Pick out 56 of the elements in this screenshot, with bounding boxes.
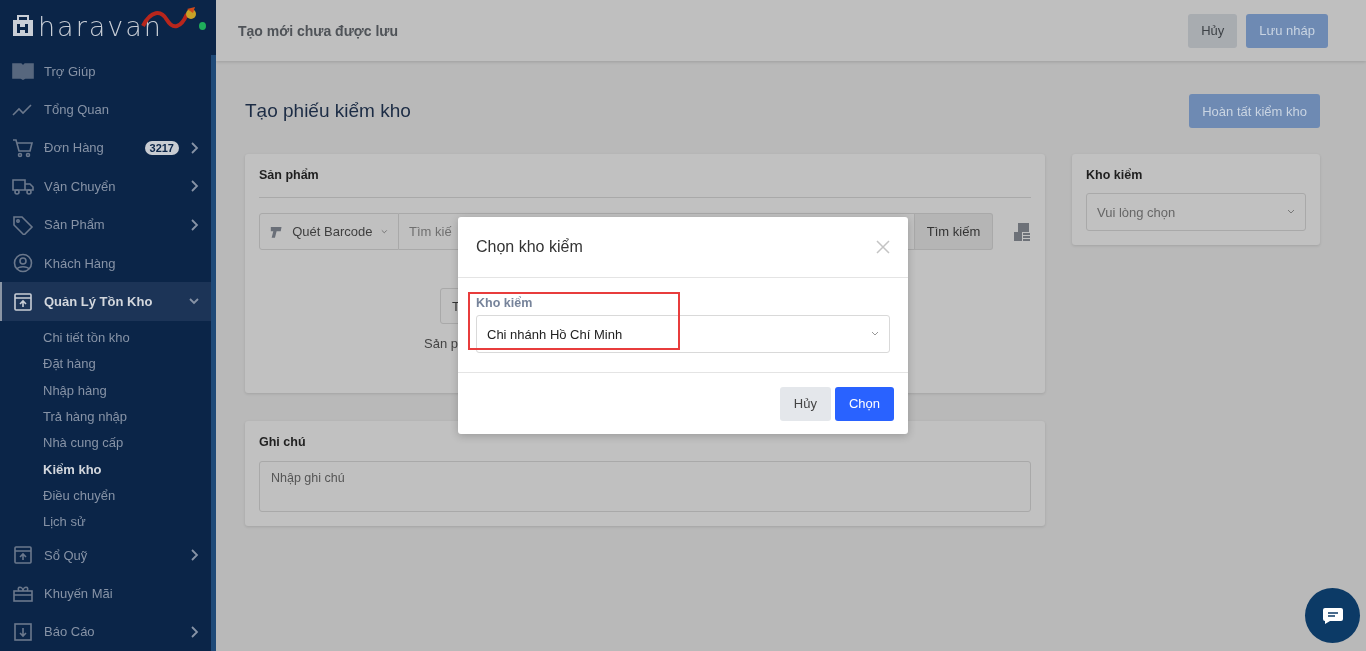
- chevron-icon: [189, 141, 199, 154]
- scan-mode-dropdown[interactable]: Quét Barcode: [259, 213, 399, 250]
- card-title: Sản phẩm: [259, 168, 320, 182]
- cancel-button[interactable]: Hủy: [779, 386, 831, 421]
- submenu-item[interactable]: Chi tiết tồn kho: [43, 324, 211, 352]
- boxup-icon: [12, 545, 34, 566]
- caret-icon: [381, 228, 388, 235]
- boxup-icon: [12, 291, 34, 312]
- sidebar-item[interactable]: Vận Chuyển: [0, 167, 211, 206]
- cancel-button[interactable]: Hủy: [1188, 13, 1238, 48]
- boxes-icon[interactable]: [1013, 221, 1031, 242]
- caret-icon: [1287, 209, 1295, 215]
- sidebar-item[interactable]: Đơn Hàng 3217: [0, 128, 211, 168]
- book-icon: [12, 61, 34, 82]
- caret-icon: [871, 331, 879, 337]
- sidebar-item[interactable]: Báo Cáo: [0, 612, 211, 651]
- sidebar-item[interactable]: Trợ Giúp: [0, 52, 211, 91]
- submenu-item[interactable]: Nhập hàng: [43, 377, 211, 404]
- submenu-item[interactable]: Trả hàng nhập: [43, 403, 211, 431]
- field-label: Kho kiểm: [476, 296, 534, 310]
- choose-button[interactable]: Chọn: [834, 386, 894, 421]
- dialog-title: Chọn kho kiểm: [476, 238, 583, 256]
- card-title: Ghi chú: [259, 435, 307, 449]
- close-icon[interactable]: [876, 240, 890, 254]
- user-icon: [12, 253, 34, 274]
- sidebar-item[interactable]: Khuyến Mãi: [0, 574, 211, 613]
- submenu-item[interactable]: Kiểm kho: [43, 456, 211, 484]
- logo-text: haravan: [38, 10, 163, 42]
- sidebar-item[interactable]: Tổng Quan: [0, 90, 211, 129]
- chevron-icon: [189, 625, 199, 638]
- chevron-icon: [189, 180, 199, 193]
- submenu-item[interactable]: Điều chuyển: [43, 483, 211, 510]
- count-badge: 3217: [144, 140, 179, 155]
- search-button[interactable]: Tìm kiếm: [915, 213, 993, 250]
- page-status-title: Tạo mới chưa được lưu: [238, 22, 398, 39]
- truck-icon: [12, 176, 34, 197]
- cart-icon: [12, 137, 34, 158]
- chevron-icon: [189, 218, 199, 231]
- submenu-item[interactable]: Lịch sử: [43, 509, 211, 536]
- submenu-item[interactable]: Nhà cung cấp: [43, 430, 211, 457]
- tag-icon: [12, 214, 34, 235]
- submenu-item[interactable]: Đặt hàng: [43, 351, 211, 378]
- sidebar-item[interactable]: Sản Phẩm: [0, 205, 211, 244]
- card-title: Kho kiểm: [1086, 168, 1144, 182]
- empty-hint-text: Sản p: [424, 336, 458, 351]
- sidebar-item[interactable]: Khách Hàng: [0, 243, 211, 283]
- sidebar-item[interactable]: Sổ Quỹ: [0, 535, 211, 575]
- page-title: Tạo phiếu kiểm kho: [245, 100, 411, 122]
- chevron-icon: [189, 549, 199, 562]
- chat-icon: [1321, 606, 1344, 625]
- sidebar-item[interactable]: Quản Lý Tồn Kho: [0, 282, 211, 321]
- note-field[interactable]: Nhập ghi chú: [259, 461, 1031, 512]
- chat-button[interactable]: [1305, 588, 1360, 643]
- warehouse-select[interactable]: Vui lòng chọn: [1086, 193, 1306, 231]
- warehouse-select[interactable]: Chi nhánh Hồ Chí Minh: [476, 315, 890, 353]
- report-icon: [12, 621, 34, 642]
